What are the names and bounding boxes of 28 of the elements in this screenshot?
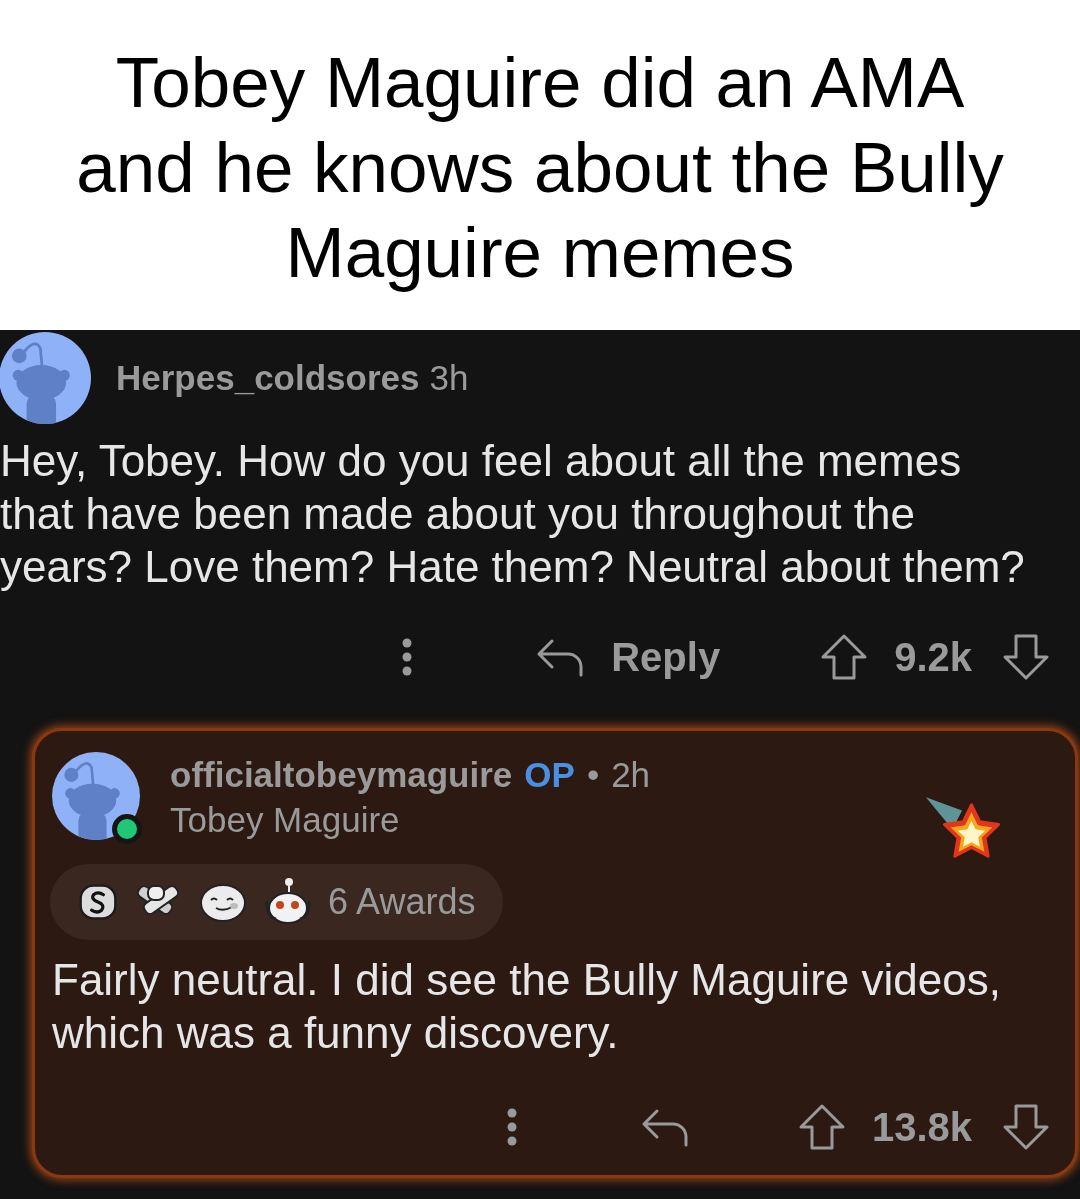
downvote-button[interactable]: [1002, 1103, 1050, 1151]
reply-button[interactable]: Reply: [535, 627, 721, 687]
more-options-icon: [401, 637, 414, 677]
upvote-button[interactable]: [820, 633, 869, 681]
reply-text: Fairly neutral. I did see the Bully Maguire videos, which was a funny discovery.: [52, 954, 1002, 1059]
comment-text: Hey, Tobey. How do you feel about all the memes that have been made about you throughout the years? Love them? Hate them? Neutral about them?: [0, 435, 1026, 593]
more-options-icon: [505, 1107, 518, 1147]
upvote-icon: [797, 1103, 846, 1151]
downvote-icon: [1002, 633, 1050, 681]
upvote-icon: [820, 633, 869, 681]
timestamp: 2h: [611, 754, 651, 796]
separator-dot: •: [586, 754, 600, 796]
mascot-face-icon: [262, 877, 314, 927]
downvote-button[interactable]: [1002, 633, 1050, 681]
op-label: OP: [524, 754, 575, 796]
username[interactable]: officialtobeymaguire: [170, 752, 513, 797]
user-flair: Tobey Maguire: [170, 799, 400, 841]
upvote-button[interactable]: [797, 1103, 846, 1151]
reply-icon: [535, 637, 586, 677]
awards-button[interactable]: 6 Awards: [50, 864, 504, 940]
vote-score: 13.8k: [871, 1104, 972, 1151]
meme-caption: Tobey Maguire did an AMA and he knows about the Bully Maguire memes: [75, 42, 1005, 294]
timestamp: 3h: [429, 356, 469, 399]
username[interactable]: Herpes_coldsores: [116, 351, 420, 405]
avatar-icon[interactable]: [52, 752, 140, 840]
vote-score: 9.2k: [894, 634, 972, 681]
downvote-icon: [1002, 1103, 1050, 1151]
avatar-icon[interactable]: [0, 332, 91, 424]
